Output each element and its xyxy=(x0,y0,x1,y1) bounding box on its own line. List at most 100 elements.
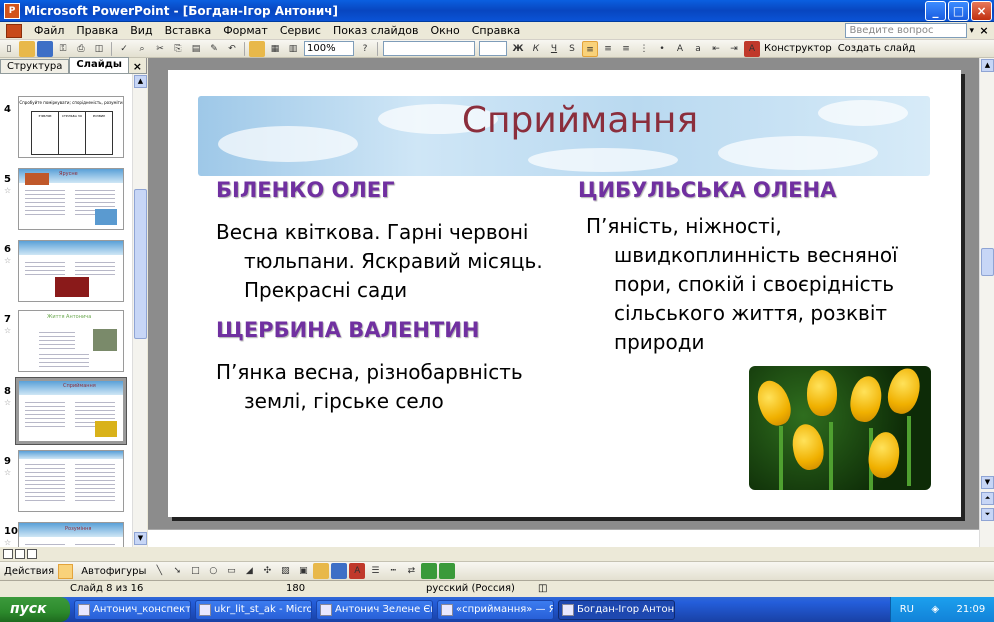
bullets-icon[interactable]: • xyxy=(654,41,670,57)
scroll-thumb[interactable] xyxy=(981,248,994,276)
animation-star-icon[interactable]: ☆ xyxy=(4,186,11,195)
paste-icon[interactable]: ▤ xyxy=(188,41,204,57)
font-size-select[interactable] xyxy=(479,41,507,56)
rectangle-icon[interactable]: □ xyxy=(187,563,203,579)
shrink-font-icon[interactable]: a xyxy=(690,41,706,57)
save-icon[interactable] xyxy=(37,40,53,57)
taskbar-item[interactable]: «сприймання» — Ян... xyxy=(437,599,554,620)
menu-slideshow[interactable]: Показ слайдов xyxy=(327,24,425,37)
font-color-icon[interactable]: A xyxy=(744,40,760,57)
arrow-icon[interactable]: ➘ xyxy=(169,563,185,579)
tab-outline[interactable]: Структура xyxy=(0,59,70,73)
oval-icon[interactable]: ○ xyxy=(205,563,221,579)
italic-icon[interactable]: К xyxy=(528,41,544,57)
pane-close-icon[interactable]: × xyxy=(133,60,142,73)
scroll-up-icon[interactable]: ▲ xyxy=(134,75,147,88)
menu-format[interactable]: Формат xyxy=(217,24,274,37)
cut-icon[interactable]: ✂ xyxy=(152,41,168,57)
clipart-icon[interactable]: ▨ xyxy=(277,563,293,579)
actions-menu[interactable]: Действия xyxy=(4,566,54,577)
new-slide-button[interactable]: Создать слайд xyxy=(838,43,916,54)
slide-thumbnail-10[interactable]: Розуміння xyxy=(18,522,124,547)
print-icon[interactable]: ⎙ xyxy=(73,41,89,57)
student-name[interactable]: БІЛЕНКО ОЛЕГ xyxy=(216,178,395,202)
clock[interactable]: 21:09 xyxy=(956,604,985,615)
language-indicator[interactable]: RU xyxy=(900,604,914,615)
insert-chart-icon[interactable] xyxy=(249,40,265,57)
editor-scrollbar[interactable]: ▲ ▼ ⏶ ⏷ xyxy=(979,58,994,547)
scroll-down-icon[interactable]: ▼ xyxy=(134,532,147,545)
taskbar-item-active[interactable]: Богдан-Ігор Антонич xyxy=(558,599,675,620)
3d-style-icon[interactable] xyxy=(439,563,456,579)
design-button[interactable]: Конструктор xyxy=(764,43,832,54)
help-icon[interactable]: ? xyxy=(357,41,373,57)
dash-style-icon[interactable]: ┅ xyxy=(385,563,401,579)
animation-star-icon[interactable]: ☆ xyxy=(4,468,11,477)
shadow-style-icon[interactable] xyxy=(421,563,438,579)
slide-title[interactable]: Сприймання xyxy=(430,100,730,141)
tab-slides[interactable]: Слайды xyxy=(69,57,129,73)
taskbar-item[interactable]: Антонич_конспект -... xyxy=(74,599,191,620)
select-objects-icon[interactable] xyxy=(58,563,74,579)
animation-star-icon[interactable]: ☆ xyxy=(4,256,11,265)
textbox-icon[interactable]: ▭ xyxy=(223,563,239,579)
menu-insert[interactable]: Вставка xyxy=(159,24,218,37)
student-answer[interactable]: П’яність, ніжності, швидкоплинність весн… xyxy=(586,212,926,357)
line-color-icon[interactable] xyxy=(331,563,348,579)
picture-icon[interactable]: ▣ xyxy=(295,563,311,579)
tables-borders-icon[interactable]: ▥ xyxy=(285,41,301,57)
diagram-icon[interactable]: ✣ xyxy=(259,563,275,579)
menu-window[interactable]: Окно xyxy=(425,24,466,37)
menu-file[interactable]: Файл xyxy=(28,24,70,37)
decrease-indent-icon[interactable]: ⇤ xyxy=(708,41,724,57)
close-button[interactable]: × xyxy=(971,0,992,21)
scroll-up-icon[interactable]: ▲ xyxy=(981,59,994,72)
doc-close-icon[interactable]: × xyxy=(976,24,992,37)
animation-star-icon[interactable]: ☆ xyxy=(4,326,11,335)
scroll-down-icon[interactable]: ▼ xyxy=(981,476,994,489)
help-search-input[interactable]: Введите вопрос xyxy=(845,23,968,38)
copy-icon[interactable]: ⎘ xyxy=(170,41,186,57)
document-icon[interactable] xyxy=(6,23,22,38)
numbering-icon[interactable]: ⋮ xyxy=(636,41,652,57)
increase-indent-icon[interactable]: ⇥ xyxy=(726,41,742,57)
start-button[interactable]: пуск xyxy=(0,597,70,622)
permission-icon[interactable]: ⚿ xyxy=(55,41,71,57)
spelling-icon[interactable]: ✓ xyxy=(116,41,132,57)
shadow-icon[interactable]: S xyxy=(564,41,580,57)
slide-canvas[interactable]: Сприймання БІЛЕНКО ОЛЕГ Весна квіткова. … xyxy=(168,70,961,517)
animation-star-icon[interactable]: ☆ xyxy=(4,538,11,547)
next-slide-icon[interactable]: ⏷ xyxy=(981,508,994,521)
line-icon[interactable]: ╲ xyxy=(151,563,167,579)
align-center-icon[interactable]: ≡ xyxy=(600,41,616,57)
slide-sorter-icon[interactable] xyxy=(15,549,25,559)
menu-edit[interactable]: Правка xyxy=(70,24,124,37)
bold-icon[interactable]: Ж xyxy=(510,41,526,57)
research-icon[interactable]: ⌕ xyxy=(134,41,150,57)
wordart-icon[interactable]: ◢ xyxy=(241,563,257,579)
student-answer[interactable]: П’янка весна, різнобарвність землі, гірс… xyxy=(216,358,556,416)
taskbar-item[interactable]: Антонич Зелене Єва... xyxy=(316,599,433,620)
student-name[interactable]: ЩЕРБИНА ВАЛЕНТИН xyxy=(216,318,479,342)
line-style-icon[interactable]: ☰ xyxy=(367,563,383,579)
yellow-tulips-photo[interactable] xyxy=(749,366,931,490)
minimize-button[interactable]: _ xyxy=(925,0,946,21)
menu-view[interactable]: Вид xyxy=(124,24,158,37)
powerpoint-icon[interactable]: P xyxy=(4,2,20,19)
help-dropdown-icon[interactable]: ▾ xyxy=(969,26,974,36)
fill-color-icon[interactable] xyxy=(313,563,330,579)
slide-thumbnail-8[interactable]: Сприймання xyxy=(15,377,127,445)
grow-font-icon[interactable]: A xyxy=(672,41,688,57)
autoshapes-menu[interactable]: Автофигуры xyxy=(81,566,146,577)
maximize-button[interactable]: □ xyxy=(948,0,969,21)
menu-help[interactable]: Справка xyxy=(466,24,526,37)
font-color-icon[interactable]: A xyxy=(349,563,366,579)
align-left-icon[interactable]: ≡ xyxy=(582,40,598,57)
align-right-icon[interactable]: ≡ xyxy=(618,41,634,57)
network-icon[interactable]: ◈ xyxy=(931,604,939,615)
previous-slide-icon[interactable]: ⏶ xyxy=(981,492,994,505)
underline-icon[interactable]: Ч xyxy=(546,41,562,57)
normal-view-icon[interactable] xyxy=(3,549,13,559)
slideshow-icon[interactable] xyxy=(27,549,37,559)
slide-thumbnail-4[interactable]: Спробуйте поміркувати; спорідненість, ро… xyxy=(18,96,124,158)
